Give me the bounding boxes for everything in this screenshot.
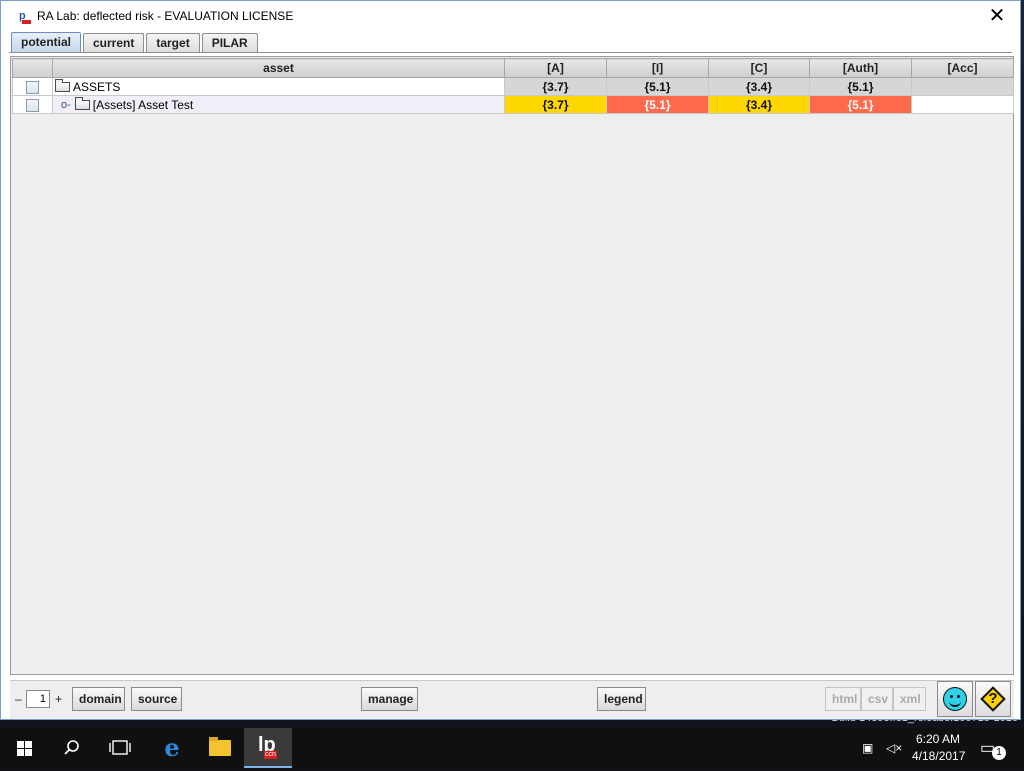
table-header-row: asset [A] [I] [C] [Auth] [Acc] [12,58,1014,78]
risk-table-panel: asset [A] [I] [C] [Auth] [Acc] ASSETS {3… [10,56,1014,675]
folder-icon [74,97,90,111]
app-badge: ccn [264,751,277,759]
network-icon[interactable]: ▣ [862,741,873,755]
folder-icon [55,79,70,93]
asset-name[interactable]: [Assets] Asset Test [93,98,194,112]
header-select[interactable] [12,58,53,78]
value-confidentiality[interactable]: {3.4} [708,95,810,114]
help-button[interactable]: ? [975,681,1011,717]
feedback-button[interactable] [937,681,973,717]
value-integrity[interactable]: {5.1} [606,95,709,114]
task-view-button[interactable] [96,728,144,768]
search-button[interactable] [48,728,96,768]
column-header-availability[interactable]: [A] [504,58,607,78]
column-header-asset[interactable]: asset [52,58,505,78]
start-button[interactable] [0,728,48,768]
asset-name[interactable]: ASSETS [73,80,120,94]
tab-pilar[interactable]: PILAR [201,33,258,52]
column-header-authenticity[interactable]: [Auth] [809,58,912,78]
task-view-icon [109,740,131,755]
volume-muted-icon[interactable]: ◁× [886,741,902,755]
windows-start-icon [17,741,32,756]
value-availability[interactable]: {3.7} [504,77,607,96]
zoom-out-button[interactable]: – [15,692,22,706]
pilar-app-taskbar-button[interactable]: lp ccn [244,728,292,768]
window-title: RA Lab: deflected risk - EVALUATION LICE… [37,9,294,23]
column-header-integrity[interactable]: [I] [606,58,709,78]
value-authenticity[interactable]: {5.1} [809,95,912,114]
table-row[interactable]: o- [Assets] Asset Test {3.7} {5.1} {3.4} … [12,95,1014,114]
row-checkbox[interactable] [26,80,39,94]
value-authenticity[interactable]: {5.1} [809,77,912,96]
value-accountability[interactable] [911,77,1014,96]
row-checkbox[interactable] [26,98,39,112]
value-accountability[interactable] [911,95,1014,114]
close-button[interactable]: ✕ [974,1,1020,32]
edge-icon[interactable]: e [148,728,196,768]
app-logo-icon: p [18,8,32,24]
export-xml-button[interactable]: xml [893,687,926,711]
value-integrity[interactable]: {5.1} [606,77,709,96]
taskbar: e lp ccn ▣ ◁× 6:20 AM 4/18/2017 ▭ 1 [0,728,1024,768]
title-bar: p RA Lab: deflected risk - EVALUATION LI… [1,1,1020,32]
clock-time[interactable]: 6:20 AM [916,732,960,746]
value-confidentiality[interactable]: {3.4} [708,77,810,96]
tab-target[interactable]: target [146,33,200,52]
zoom-in-button[interactable]: + [55,692,62,706]
source-button[interactable]: source [131,687,182,711]
tab-current[interactable]: current [83,33,145,52]
export-csv-button[interactable]: csv [861,687,893,711]
smiley-icon [943,687,967,711]
legend-button[interactable]: legend [597,687,646,711]
table-row[interactable]: ASSETS {3.7} {5.1} {3.4} {5.1} [12,77,1014,96]
domain-button[interactable]: domain [72,687,125,711]
export-html-button[interactable]: html [825,687,861,711]
notification-count-badge: 1 [992,746,1006,760]
file-explorer-button[interactable] [196,728,244,768]
tab-potential[interactable]: potential [11,32,81,52]
app-window: p RA Lab: deflected risk - EVALUATION LI… [0,0,1021,720]
file-explorer-icon [209,737,231,756]
key-icon: o- [61,99,71,112]
search-icon [64,740,79,755]
bottom-toolbar: – 1 + domain source manage legend html c… [10,680,1014,719]
clock-date[interactable]: 4/18/2017 [912,749,965,763]
column-header-accountability[interactable]: [Acc] [911,58,1014,78]
zoom-level-input[interactable]: 1 [26,690,50,708]
tab-bar: potential current target PILAR [9,32,1012,53]
manage-button[interactable]: manage [361,687,418,711]
value-availability[interactable]: {3.7} [504,95,607,114]
risk-table: asset [A] [I] [C] [Auth] [Acc] ASSETS {3… [12,58,1014,114]
column-header-confidentiality[interactable]: [C] [708,58,810,78]
